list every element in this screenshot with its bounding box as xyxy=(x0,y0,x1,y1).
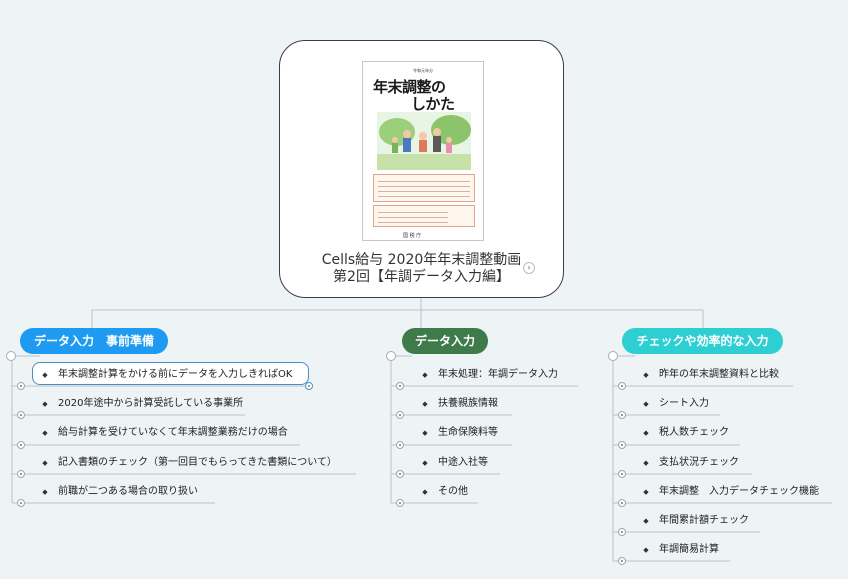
bullet-icon: ◆ xyxy=(643,488,649,496)
expand-toggle-icon[interactable] xyxy=(396,382,404,390)
bullet-icon: ◆ xyxy=(643,546,649,554)
bullet-icon: ◆ xyxy=(42,459,48,467)
bullet-icon: ◆ xyxy=(643,429,649,437)
list-item[interactable]: ◆ 年末調整 入力データチェック機能 xyxy=(641,483,819,501)
list-item[interactable]: ◆ 2020年途中から計算受託している事業所 xyxy=(40,395,243,413)
collapse-toggle-icon[interactable] xyxy=(608,351,618,361)
cover-publisher: 国 税 庁 xyxy=(403,233,422,239)
list-item[interactable]: ◆ 記入書類のチェック（第一回目でもらってきた書類について） xyxy=(40,454,337,472)
bullet-icon: ◆ xyxy=(422,429,428,437)
root-title: Cells給与 2020年年末調整動画 第2回【年調データ入力編】 xyxy=(280,252,563,286)
bullet-icon: ◆ xyxy=(422,400,428,408)
bullet-icon: ◆ xyxy=(643,517,649,525)
expand-toggle-icon[interactable] xyxy=(618,557,626,565)
expand-toggle-icon[interactable] xyxy=(17,382,25,390)
list-item[interactable]: ◆ シート入力 xyxy=(641,395,709,413)
list-item[interactable]: ◆ 中途入社等 xyxy=(420,454,488,472)
list-item[interactable]: ◆ 年末調整計算をかける前にデータを入力しきればOK xyxy=(40,366,292,384)
expand-toggle-icon[interactable] xyxy=(396,470,404,478)
list-item[interactable]: ◆ 税人数チェック xyxy=(641,424,729,442)
expand-toggle-icon[interactable] xyxy=(396,411,404,419)
expand-toggle-icon[interactable] xyxy=(17,441,25,449)
expand-toggle-icon[interactable] xyxy=(396,499,404,507)
branch-data-entry-prep[interactable]: データ入力 事前準備 xyxy=(20,328,168,354)
bullet-icon: ◆ xyxy=(42,400,48,408)
expand-toggle-icon[interactable] xyxy=(618,499,626,507)
expand-toggle-icon[interactable] xyxy=(618,441,626,449)
bullet-icon: ◆ xyxy=(422,459,428,467)
root-topic-node[interactable]: 令和元年分 年末調整の しかた 国 税 庁 Cells給与 2020年年末調整動… xyxy=(279,40,564,298)
root-title-line1: Cells給与 2020年年末調整動画 xyxy=(321,252,522,268)
expand-toggle-icon[interactable] xyxy=(305,382,313,390)
list-item[interactable]: ◆ 年間累計額チェック xyxy=(641,512,749,530)
collapse-toggle-icon[interactable] xyxy=(6,351,16,361)
root-title-line2: 第2回【年調データ入力編】 xyxy=(333,269,510,285)
cover-illustration xyxy=(377,112,471,170)
bullet-icon: ◆ xyxy=(643,371,649,379)
bullet-icon: ◆ xyxy=(643,400,649,408)
expand-toggle-icon[interactable] xyxy=(618,411,626,419)
expand-toggle-icon[interactable] xyxy=(618,528,626,536)
bullet-icon: ◆ xyxy=(42,429,48,437)
branch-checks-efficient-entry[interactable]: チェックや効率的な入力 xyxy=(622,328,783,354)
collapse-toggle-icon[interactable] xyxy=(386,351,396,361)
expand-toggle-icon[interactable] xyxy=(17,411,25,419)
bullet-icon: ◆ xyxy=(42,488,48,496)
list-item[interactable]: ◆ その他 xyxy=(420,483,468,501)
list-item[interactable]: ◆ 生命保険料等 xyxy=(420,424,498,442)
list-item[interactable]: ◆ 年末処理：年調データ入力 xyxy=(420,366,558,384)
list-item[interactable]: ◆ 支払状況チェック xyxy=(641,454,739,472)
bullet-icon: ◆ xyxy=(422,371,428,379)
cover-info-box xyxy=(373,205,475,227)
list-item[interactable]: ◆ 昨年の年末調整資料と比較 xyxy=(641,366,779,384)
open-link-icon[interactable]: › xyxy=(523,262,535,274)
branch-data-entry[interactable]: データ入力 xyxy=(402,328,488,354)
expand-toggle-icon[interactable] xyxy=(618,382,626,390)
list-item[interactable]: ◆ 年調簡易計算 xyxy=(641,541,719,559)
book-cover-image: 令和元年分 年末調整の しかた 国 税 庁 xyxy=(362,61,484,241)
bullet-icon: ◆ xyxy=(643,459,649,467)
bullet-icon: ◆ xyxy=(422,488,428,496)
list-item[interactable]: ◆ 扶養親族情報 xyxy=(420,395,498,413)
expand-toggle-icon[interactable] xyxy=(618,470,626,478)
expand-toggle-icon[interactable] xyxy=(396,441,404,449)
list-item[interactable]: ◆ 給与計算を受けていなくて年末調整業務だけの場合 xyxy=(40,424,287,442)
expand-toggle-icon[interactable] xyxy=(17,470,25,478)
bullet-icon: ◆ xyxy=(42,371,48,379)
list-item[interactable]: ◆ 前職が二つある場合の取り扱い xyxy=(40,483,198,501)
cover-top-text: 令和元年分 xyxy=(413,68,433,73)
cover-info-box xyxy=(373,174,475,202)
expand-toggle-icon[interactable] xyxy=(17,499,25,507)
cover-title-line2: しかた xyxy=(411,95,455,113)
